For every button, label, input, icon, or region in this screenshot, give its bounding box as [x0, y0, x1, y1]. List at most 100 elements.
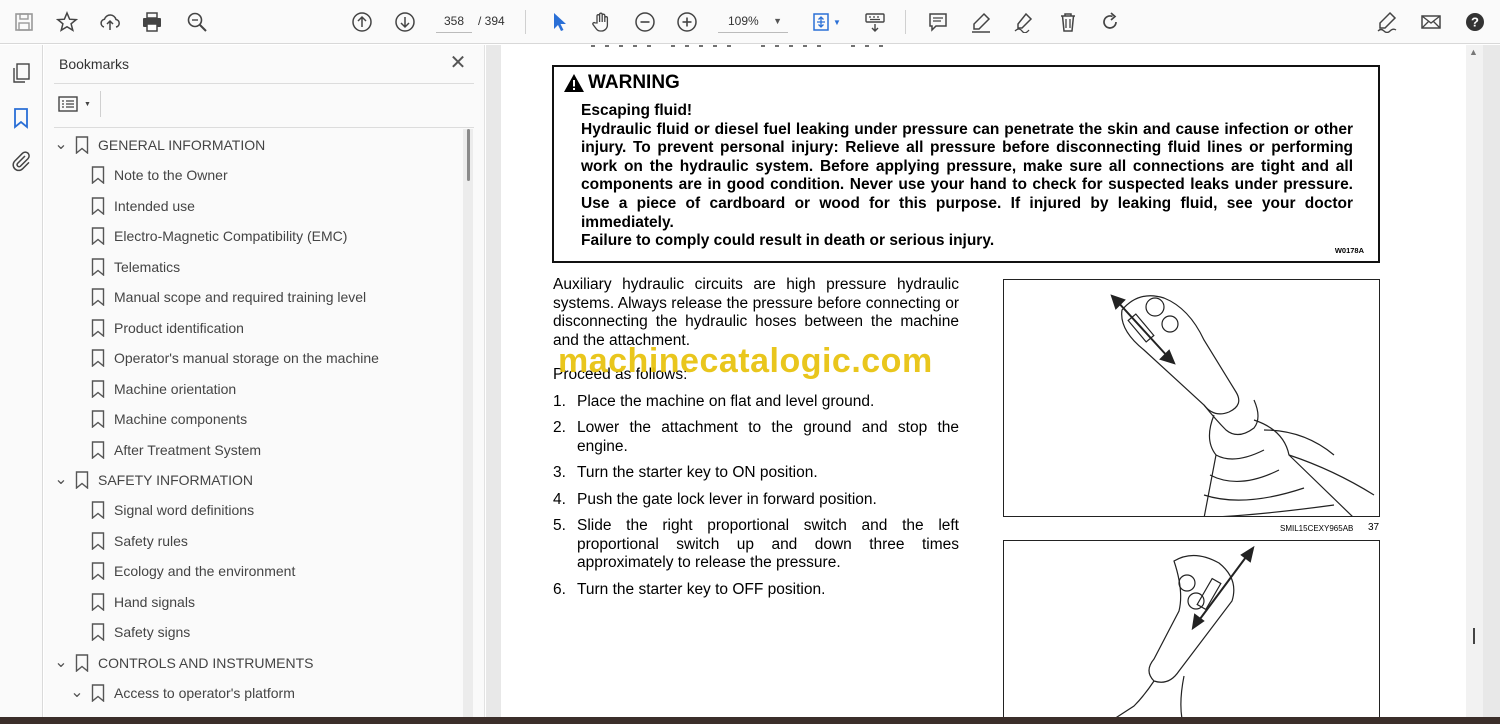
panel-divider [54, 127, 474, 128]
fill-sign-icon[interactable] [1373, 8, 1401, 36]
main-toolbar: / 394 109% ▼ ▼ ? [0, 0, 1500, 44]
highlight-pen-icon[interactable] [967, 8, 995, 36]
bookmark-item[interactable]: ⌄ Access to operator's platform [69, 679, 295, 707]
bookmark-options-button[interactable]: ▼ [58, 93, 94, 115]
step-text: Push the gate lock lever in forward posi… [577, 491, 877, 508]
bookmark-icon [91, 166, 105, 185]
bookmark-icon [91, 501, 105, 520]
bookmark-item[interactable]: Ecology and the environment [69, 557, 295, 585]
bookmark-item[interactable]: Safety signs [69, 618, 190, 646]
star-icon[interactable] [53, 8, 81, 36]
bookmark-label: Electro-Magnetic Compatibility (EMC) [114, 228, 348, 245]
bookmark-item[interactable]: ⌄ SAFETY INFORMATION [53, 466, 253, 494]
save-icon[interactable] [10, 8, 38, 36]
bookmark-label: Intended use [114, 197, 195, 214]
bookmark-label: Note to the Owner [114, 167, 228, 184]
bookmarks-panel-icon[interactable] [8, 105, 34, 131]
chevron-down-icon[interactable]: ⌄ [53, 137, 69, 153]
zoom-out-icon[interactable] [631, 8, 659, 36]
bookmark-item[interactable]: Electro-Magnetic Compatibility (EMC) [69, 222, 347, 250]
keyboard-scroll-icon[interactable] [861, 8, 889, 36]
bookmark-label: Signal word definitions [114, 502, 255, 519]
redo-icon[interactable] [1096, 8, 1124, 36]
bookmark-label: SAFETY INFORMATION [98, 471, 254, 488]
page-thumbnails-icon[interactable] [8, 60, 34, 86]
bookmark-icon [91, 349, 105, 368]
bookmark-item[interactable]: Telematics [69, 253, 180, 281]
bookmark-label: After Treatment System [114, 441, 262, 458]
document-scrollbar[interactable]: ▲ [1466, 45, 1483, 717]
toolbar-divider [525, 10, 526, 34]
previous-page-icon[interactable] [348, 8, 376, 36]
bookmark-item[interactable]: ⌄ CONTROLS AND INSTRUMENTS [53, 649, 313, 677]
bookmark-item[interactable]: Signal word definitions [69, 496, 254, 524]
chevron-down-icon: ▼ [773, 16, 782, 26]
zoom-search-icon[interactable] [183, 8, 211, 36]
bookmark-item[interactable]: Machine components [69, 405, 247, 433]
bookmark-item[interactable]: Operator's manual storage on the machine [69, 344, 379, 372]
next-page-icon[interactable] [391, 8, 419, 36]
zoom-in-icon[interactable] [673, 8, 701, 36]
bookmark-label: Hand signals [114, 593, 195, 610]
bookmark-item[interactable]: Note to the Owner [69, 161, 228, 189]
bookmark-icon [91, 562, 105, 581]
panel-divider [54, 83, 474, 84]
draw-signature-icon[interactable] [1010, 8, 1038, 36]
print-icon[interactable] [138, 8, 166, 36]
close-icon[interactable]: ✕ [446, 51, 470, 75]
joystick-illustration [1110, 294, 1375, 516]
bookmarks-scrollbar-track[interactable] [463, 129, 473, 724]
bookmark-label: GENERAL INFORMATION [98, 137, 266, 153]
bookmark-item[interactable]: Intended use [69, 192, 195, 220]
bookmark-icon [75, 136, 89, 154]
warning-heading: WARNING [563, 72, 680, 94]
page-number-input[interactable] [436, 9, 472, 33]
bookmark-item[interactable]: ⌄ GENERAL INFORMATION [53, 131, 265, 159]
bookmark-item[interactable]: After Treatment System [69, 436, 261, 464]
page-total-label: / 394 [478, 14, 505, 28]
intro-paragraph: Auxiliary hydraulic circuits are high pr… [553, 276, 959, 349]
comment-icon[interactable] [924, 8, 952, 36]
email-icon[interactable] [1417, 8, 1445, 36]
warning-paragraph: Escaping fluid! [581, 102, 693, 119]
select-cursor-icon[interactable] [545, 8, 573, 36]
figure-number: 37 [1368, 522, 1380, 533]
bookmark-item[interactable]: Hand signals [69, 588, 195, 616]
scroll-up-icon[interactable]: ▲ [1469, 47, 1478, 57]
bookmark-icon [75, 653, 89, 672]
chevron-down-icon[interactable]: ⌄ [53, 471, 69, 487]
watermark-text: machinecatalogic.com [558, 342, 933, 380]
bookmark-label: Ecology and the environment [114, 563, 296, 580]
text-caret [1473, 628, 1475, 644]
clipped-line-icon [591, 45, 891, 47]
bookmark-item[interactable]: Safety rules [69, 527, 188, 555]
bookmark-icon [91, 623, 105, 642]
hand-tool-icon[interactable] [587, 8, 615, 36]
delete-trash-icon[interactable] [1054, 8, 1082, 36]
bookmark-icon [91, 197, 105, 215]
bookmark-icon [91, 410, 105, 429]
svg-text:?: ? [1471, 15, 1479, 30]
bookmark-item[interactable]: Product identification [69, 314, 244, 342]
fit-options-caret-icon[interactable]: ▼ [830, 8, 844, 36]
bookmark-icon [91, 227, 105, 246]
chevron-down-icon[interactable]: ⌄ [69, 685, 85, 701]
bookmark-item[interactable]: Machine orientation [69, 375, 236, 403]
bookmark-item[interactable]: Manual scope and required training level [69, 283, 366, 311]
help-icon[interactable]: ? [1461, 8, 1489, 36]
bookmarks-title: Bookmarks [59, 56, 130, 72]
step-text: Lower the attachment to the ground and s… [577, 419, 959, 455]
step-number: 6. [553, 581, 566, 598]
taskbar-strip [0, 717, 1500, 724]
chevron-down-icon[interactable]: ⌄ [53, 654, 69, 670]
bookmark-icon [91, 593, 105, 611]
bookmark-label: Safety signs [114, 624, 191, 641]
chevron-down-icon: ▼ [84, 100, 91, 108]
bookmarks-scrollbar-thumb[interactable] [467, 129, 470, 181]
warning-paragraph: Hydraulic fluid or diesel fuel leaking u… [581, 120, 1353, 231]
upload-cloud-icon[interactable] [96, 8, 124, 36]
bookmark-label: Operator's manual storage on the machine [114, 350, 379, 367]
attachments-paperclip-icon[interactable] [8, 148, 34, 174]
bookmark-icon [91, 258, 105, 276]
zoom-level-select[interactable]: 109% ▼ [718, 9, 788, 33]
